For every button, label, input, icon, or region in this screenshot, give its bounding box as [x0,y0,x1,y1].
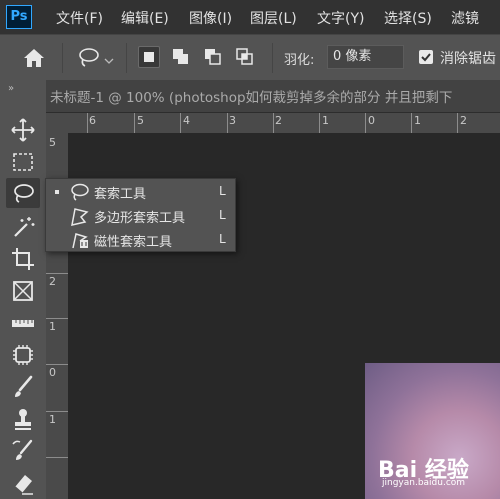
ruler-h-label: 6 [89,114,96,127]
ruler-v-label: 1 [49,320,56,333]
menu-file[interactable]: 文件(F) [56,8,103,28]
ruler-tick [227,113,228,133]
selected-bullet-icon [55,190,59,194]
ruler-tick [46,411,68,412]
home-icon[interactable] [22,47,46,69]
frame-icon[interactable] [9,277,37,305]
flyout-item-polygonal-lasso[interactable]: 多边形套索工具 L [46,204,235,228]
flyout-item-shortcut: L [219,184,226,198]
menu-select[interactable]: 选择(S) [384,8,432,28]
ruler-tick [46,457,68,458]
stamp-icon[interactable] [9,405,37,433]
ruler-h-label: 2 [275,114,282,127]
ruler-h-label: 0 [368,114,375,127]
ruler-tick [273,113,274,133]
menu-edit[interactable]: 编辑(E) [121,8,169,28]
ruler-v-label: 2 [49,275,56,288]
document-tab[interactable]: 未标题-1 @ 100% (photoshop如何裁剪掉多余的部分 并且把剩下 [50,86,452,106]
ruler-h-label: 4 [183,114,190,127]
ruler-tick [411,113,412,133]
flyout-item-shortcut: L [219,208,226,222]
toolbar-collapse-icon[interactable]: » [8,83,14,94]
flyout-item-lasso[interactable]: 套索工具 L [46,180,235,204]
ruler-tick [457,113,458,133]
flyout-item-label: 套索工具 [94,187,147,202]
marquee-icon[interactable] [9,148,37,176]
lasso-icon [68,181,90,203]
new-selection-button[interactable] [138,46,160,68]
options-bar: 羽化: 0 像素 消除锯齿 [0,34,500,80]
photoshop-logo: Ps [6,5,32,29]
intersect-selection-button[interactable] [234,46,256,68]
ruler-h-label: 1 [414,114,421,127]
lasso-icon[interactable] [9,180,37,208]
ruler-h-label: 5 [137,114,144,127]
ruler-v-label: 5 [49,136,56,149]
ruler-tick [365,113,366,133]
add-selection-button[interactable] [170,46,192,68]
move-icon[interactable] [9,116,37,144]
flyout-item-magnetic-lasso[interactable]: 磁性套索工具 L [46,228,235,252]
menu-image[interactable]: 图像(I) [189,8,232,28]
feather-input[interactable]: 0 像素 [327,45,404,69]
feather-label: 羽化: [284,53,315,68]
healing-brush-icon[interactable] [9,341,37,369]
brush-icon[interactable] [9,373,37,401]
history-brush-icon[interactable] [9,437,37,465]
polygonal-lasso-icon [68,205,90,227]
menu-filter[interactable]: 滤镜 [451,8,479,28]
baidu-watermark-url: jingyan.baidu.com [382,478,466,488]
ruler-tick [46,273,68,274]
magnetic-lasso-icon [68,229,90,251]
ruler-h-label: 3 [229,114,236,127]
ruler-tick [180,113,181,133]
menu-layer[interactable]: 图层(L) [250,8,297,28]
ruler-h-label: 1 [322,114,329,127]
ruler-v-label: 1 [49,413,56,426]
flyout-item-label: 多边形套索工具 [94,211,186,226]
crop-icon[interactable] [9,245,37,273]
subtract-selection-button[interactable] [202,46,224,68]
flyout-item-shortcut: L [219,232,226,246]
menu-type[interactable]: 文字(Y) [317,8,364,28]
ruler-tick [134,113,135,133]
ruler-v-label: 0 [49,366,56,379]
ruler-tick [319,113,320,133]
ruler-h-label: 2 [460,114,467,127]
tool-preset-lasso-icon[interactable] [76,46,102,70]
ruler-tick [46,364,68,365]
antialias-label: 消除锯齿 [440,51,496,67]
flyout-item-label: 磁性套索工具 [94,235,173,250]
ruler-tick [46,318,68,319]
eyedropper-ruler-icon[interactable] [9,309,37,337]
eraser-icon[interactable] [9,469,37,497]
magic-wand-icon[interactable] [9,213,37,241]
antialias-checkbox[interactable] [419,50,433,64]
lasso-tool-flyout: 套索工具 L 多边形套索工具 L 磁性套索工具 L [45,178,236,252]
ruler-tick [87,113,88,133]
chevron-down-icon[interactable] [104,54,114,64]
